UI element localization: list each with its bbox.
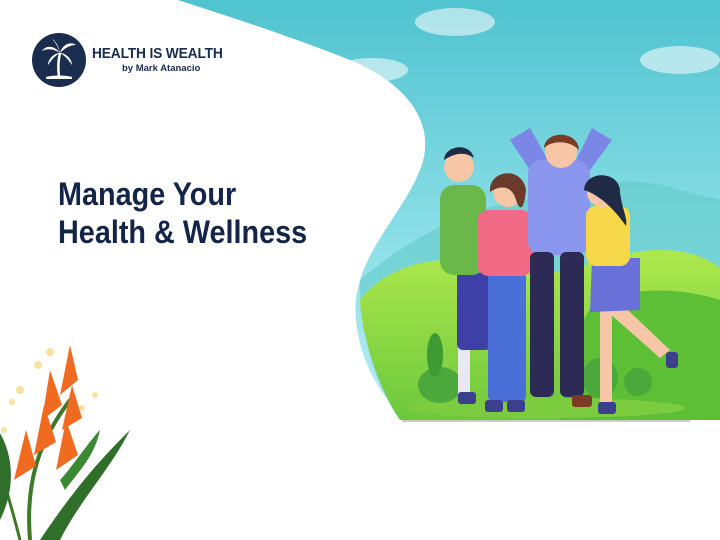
headline-line-1: Manage Your [58,176,237,212]
headline-line-2: Health & Wellness [58,214,308,250]
brand-logo: HEALTH IS WEALTH by Mark Atanacio [32,32,234,88]
brand-subtitle: by Mark Atanacio [122,63,201,75]
brand-text: HEALTH IS WEALTH by Mark Atanacio [92,46,234,74]
brand-title: HEALTH IS WEALTH [92,45,223,63]
heliconia-plant-icon [0,345,130,540]
palm-tree-icon [32,33,86,87]
slide-title: Manage Your Health & Wellness [58,175,335,251]
slide: HEALTH IS WEALTH by Mark Atanacio Manage… [0,0,720,540]
